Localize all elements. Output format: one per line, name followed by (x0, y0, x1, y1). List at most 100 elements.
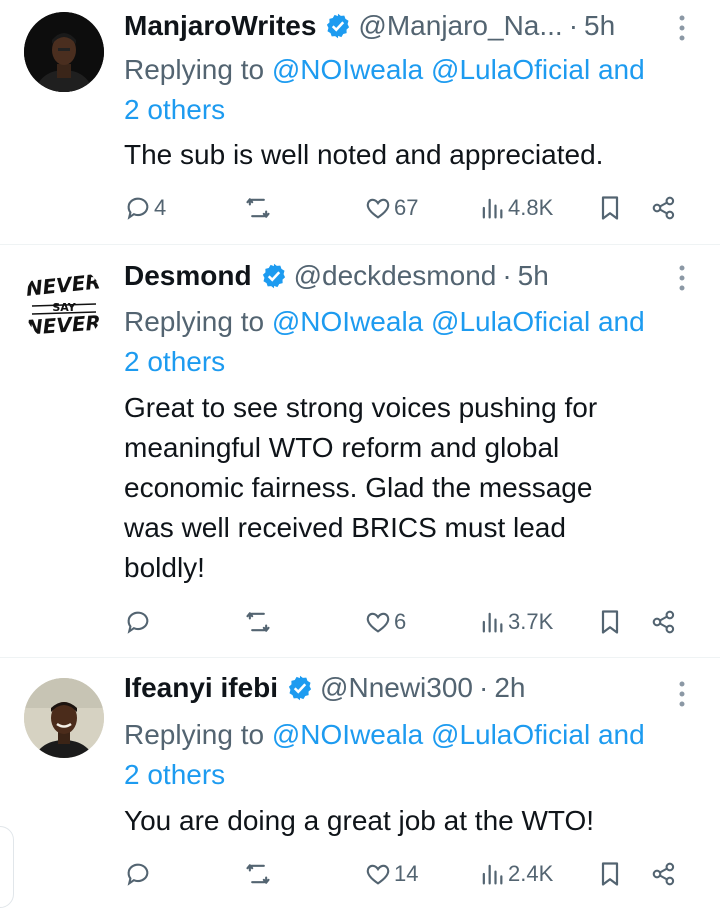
bookmark-icon (601, 862, 619, 886)
replying-prefix: Replying to (124, 306, 272, 337)
action-bar: 6 3.7K (124, 602, 690, 642)
user-handle[interactable]: @Manjaro_Na... (358, 10, 562, 42)
share-icon (652, 862, 675, 886)
reply-item[interactable]: ManjaroWrites @Manjaro_Na... · 5h Replyi… (0, 0, 720, 244)
reply-text-line: boldly! (124, 552, 205, 583)
replying-prefix: Replying to (124, 719, 272, 750)
share-icon (652, 196, 675, 220)
replying-prefix: Replying to (124, 54, 272, 85)
floating-panel-edge[interactable] (0, 826, 14, 908)
bookmark-icon (601, 610, 619, 634)
replying-others[interactable]: 2 others (124, 346, 225, 377)
more-icon[interactable] (678, 680, 686, 708)
timestamp[interactable]: 5h (518, 260, 549, 292)
retweet-button[interactable] (244, 854, 274, 894)
reply-header: Ifeanyi ifebi @Nnewi300 · 2h (124, 670, 686, 706)
retweet-button[interactable] (244, 188, 274, 228)
action-bar: 4 67 4.8K (124, 188, 690, 228)
bookmark-button[interactable] (596, 188, 624, 228)
reply-text: The sub is well noted and appreciated. (124, 139, 604, 170)
views-icon (482, 198, 503, 219)
avatar[interactable]: NEVER SAY NEVER (24, 264, 104, 344)
bookmark-button[interactable] (596, 602, 624, 642)
reply-text: Great to see strong voices pushing for m… (124, 388, 694, 588)
like-icon (366, 612, 390, 633)
reply-button[interactable] (124, 854, 154, 894)
views-count: 2.4K (508, 861, 554, 886)
verified-badge-icon (288, 675, 312, 701)
replying-mentions[interactable]: @NOIweala @LulaOficial and (272, 54, 645, 85)
verified-badge-icon (327, 13, 350, 39)
replying-mentions[interactable]: @NOIweala @LulaOficial and (272, 306, 645, 337)
display-name[interactable]: Desmond (124, 260, 252, 292)
like-button[interactable]: 6 (364, 602, 406, 642)
reply-icon (127, 863, 149, 886)
like-icon (366, 198, 390, 219)
retweet-icon (246, 864, 270, 884)
like-button[interactable]: 14 (364, 854, 418, 894)
reply-text-line: was well received BRICS must lead (124, 512, 566, 543)
views-icon (482, 864, 503, 885)
separator-dot: · (502, 260, 512, 291)
bookmark-icon (601, 196, 619, 220)
avatar[interactable] (24, 12, 104, 92)
display-name[interactable]: Ifeanyi ifebi (124, 672, 278, 704)
separator-dot: · (568, 10, 579, 41)
reply-header: Desmond @deckdesmond · 5h (124, 258, 686, 294)
views-icon (482, 612, 503, 633)
reply-text-line: economic fairness. Glad the message (124, 472, 593, 503)
more-icon[interactable] (678, 14, 686, 42)
avatar-photo (24, 678, 104, 758)
replying-to: Replying to @NOIweala @LulaOficial and 2… (124, 715, 704, 795)
replying-mentions[interactable]: @NOIweala @LulaOficial and (272, 719, 645, 750)
views-count: 4.8K (508, 195, 554, 220)
share-icon (652, 610, 675, 634)
user-handle[interactable]: @Nnewi300 (320, 672, 473, 704)
views-button[interactable]: 3.7K (478, 602, 553, 642)
more-icon[interactable] (678, 264, 686, 292)
reply-icon (127, 197, 149, 220)
replying-to: Replying to @NOIweala @LulaOficial and 2… (124, 302, 704, 382)
share-button[interactable] (650, 854, 678, 894)
avatar-photo (24, 12, 104, 92)
bookmark-button[interactable] (596, 854, 624, 894)
retweet-button[interactable] (244, 602, 274, 642)
share-button[interactable] (650, 602, 678, 642)
user-handle[interactable]: @deckdesmond (294, 260, 497, 292)
views-count: 3.7K (508, 609, 554, 634)
separator-dot: · (479, 672, 489, 703)
reply-text-line: Great to see strong voices pushing for (124, 392, 598, 423)
avatar[interactable] (24, 678, 104, 758)
replying-to: Replying to @NOIweala @LulaOficial and 2… (124, 50, 704, 130)
reply-icon (127, 611, 149, 634)
timestamp[interactable]: 2h (494, 672, 525, 704)
like-count: 67 (394, 195, 419, 220)
divider (0, 657, 720, 658)
reply-button[interactable]: 4 (124, 188, 166, 228)
verified-badge-icon (262, 263, 285, 289)
divider (0, 244, 720, 245)
retweet-icon (246, 198, 270, 218)
views-button[interactable]: 4.8K (478, 188, 553, 228)
reply-header: ManjaroWrites @Manjaro_Na... · 5h (124, 8, 686, 44)
reply-text-line: meaningful WTO reform and global (124, 432, 560, 463)
like-count: 6 (394, 609, 407, 634)
reply-button[interactable] (124, 602, 154, 642)
svg-text:NEVER: NEVER (25, 310, 101, 339)
like-button[interactable]: 67 (364, 188, 418, 228)
replying-others[interactable]: 2 others (124, 759, 225, 790)
retweet-icon (246, 612, 270, 632)
reply-count: 4 (154, 195, 167, 220)
never-say-never-logo: NEVER SAY NEVER (24, 264, 104, 344)
reply-text: You are doing a great job at the WTO! (124, 805, 595, 836)
action-bar: 14 2.4K (124, 854, 690, 894)
timestamp[interactable]: 5h (584, 10, 615, 42)
reply-item[interactable]: Ifeanyi ifebi @Nnewi300 · 2h Replying to… (0, 662, 720, 906)
like-icon (366, 864, 390, 885)
reply-item[interactable]: NEVER SAY NEVER Desmond @deckdesmond · 5… (0, 250, 720, 654)
display-name[interactable]: ManjaroWrites (124, 10, 316, 42)
replying-others[interactable]: 2 others (124, 94, 225, 125)
like-count: 14 (394, 861, 419, 886)
views-button[interactable]: 2.4K (478, 854, 553, 894)
share-button[interactable] (650, 188, 678, 228)
